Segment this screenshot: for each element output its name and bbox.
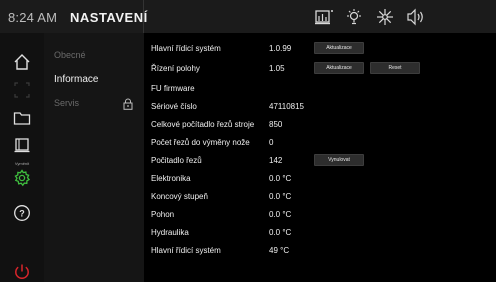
gear-icon [14, 169, 31, 187]
info-label: Sériové číslo [151, 102, 197, 111]
info-value: 47110815 [269, 102, 304, 111]
info-label: Elektronika [151, 174, 191, 183]
info-value: 49 °C [269, 246, 290, 255]
info-label: FU firmware [151, 84, 195, 93]
crop-corners-icon [14, 82, 30, 98]
top-bar: 8:24 AM NASTAVENÍ [0, 0, 496, 33]
reset-cut-counter-button[interactable]: Vynulovat [314, 154, 364, 166]
update-main-control-button[interactable]: Aktualizace [314, 42, 364, 54]
info-row: Řízení polohy 1.05 Aktualizace Reset [144, 61, 496, 78]
folder-icon [13, 112, 31, 125]
info-row: Hydraulika 0.0 °C [144, 225, 496, 242]
info-row: Hlavní řídicí systém 1.0.99 Aktualizace [144, 41, 496, 58]
fan-icon[interactable] [376, 8, 394, 26]
info-row: Počet řezů do výměny nože 0 [144, 135, 496, 152]
help-icon: ? [14, 205, 30, 221]
info-label: Hlavní řídicí systém [151, 246, 221, 255]
info-value: 1.0.99 [269, 44, 292, 53]
rail-item-settings[interactable] [0, 167, 44, 189]
rail-item-help[interactable]: ? [0, 202, 44, 224]
rail-item-cutter[interactable] [0, 135, 44, 157]
info-row: Elektronika 0.0 °C [144, 171, 496, 188]
info-row: FU firmware [144, 81, 496, 98]
info-label: Hydraulika [151, 228, 189, 237]
info-label: Počitadlo řezů [151, 156, 202, 165]
svg-text:?: ? [19, 208, 25, 218]
info-label: Celkové počítadlo řezů stroje [151, 120, 255, 129]
info-label: Řízení polohy [151, 64, 200, 73]
rail-item-folder[interactable] [0, 107, 44, 129]
rail-item-crop[interactable] [0, 79, 44, 101]
submenu-item-general[interactable]: Obecné [54, 50, 86, 60]
info-value: 0.0 °C [269, 174, 292, 183]
top-divider [143, 0, 144, 33]
power-icon [15, 264, 29, 279]
info-row: Sériové číslo 47110815 [144, 99, 496, 116]
cutter-icon [14, 138, 30, 153]
info-row: Pohon 0.0 °C [144, 207, 496, 224]
left-rail: Vyměnit ? [0, 33, 44, 282]
info-value: 142 [269, 156, 283, 165]
home-icon [14, 54, 30, 70]
rail-cutter-label: Vyměnit [14, 161, 30, 166]
page-title: NASTAVENÍ [70, 10, 148, 25]
light-icon[interactable] [345, 8, 363, 26]
submenu-item-info[interactable]: Informace [54, 74, 98, 85]
info-value: 1.05 [269, 64, 285, 73]
info-panel: Hlavní řídicí systém 1.0.99 Aktualizace … [144, 33, 496, 282]
info-value: 0.0 °C [269, 228, 292, 237]
speaker-icon[interactable] [406, 8, 426, 26]
reset-position-control-button[interactable]: Reset [370, 62, 420, 74]
info-label: Pohon [151, 210, 175, 219]
submenu-item-service[interactable]: Servis [54, 98, 79, 108]
info-row: Hlavní řídicí systém 49 °C [144, 243, 496, 260]
update-position-control-button[interactable]: Aktualizace [314, 62, 364, 74]
info-label: Koncový stupeň [151, 192, 208, 201]
info-row: Koncový stupeň 0.0 °C [144, 189, 496, 206]
rail-item-home[interactable] [0, 51, 44, 73]
info-value: 850 [269, 120, 283, 129]
info-value: 0 [269, 138, 274, 147]
settings-submenu: Obecné Informace Servis [44, 33, 144, 282]
info-value: 0.0 °C [269, 210, 292, 219]
info-value: 0.0 °C [269, 192, 292, 201]
info-row: Počitadlo řezů 142 Vynulovat [144, 153, 496, 170]
info-label: Hlavní řídicí systém [151, 44, 221, 53]
machine-status-icon[interactable] [314, 8, 334, 26]
info-label: Počet řezů do výměny nože [151, 138, 250, 147]
info-row: Celkové počítadlo řezů stroje 850 [144, 117, 496, 134]
clock: 8:24 AM [8, 10, 58, 25]
rail-item-power[interactable] [0, 261, 44, 282]
lock-icon [123, 97, 133, 115]
